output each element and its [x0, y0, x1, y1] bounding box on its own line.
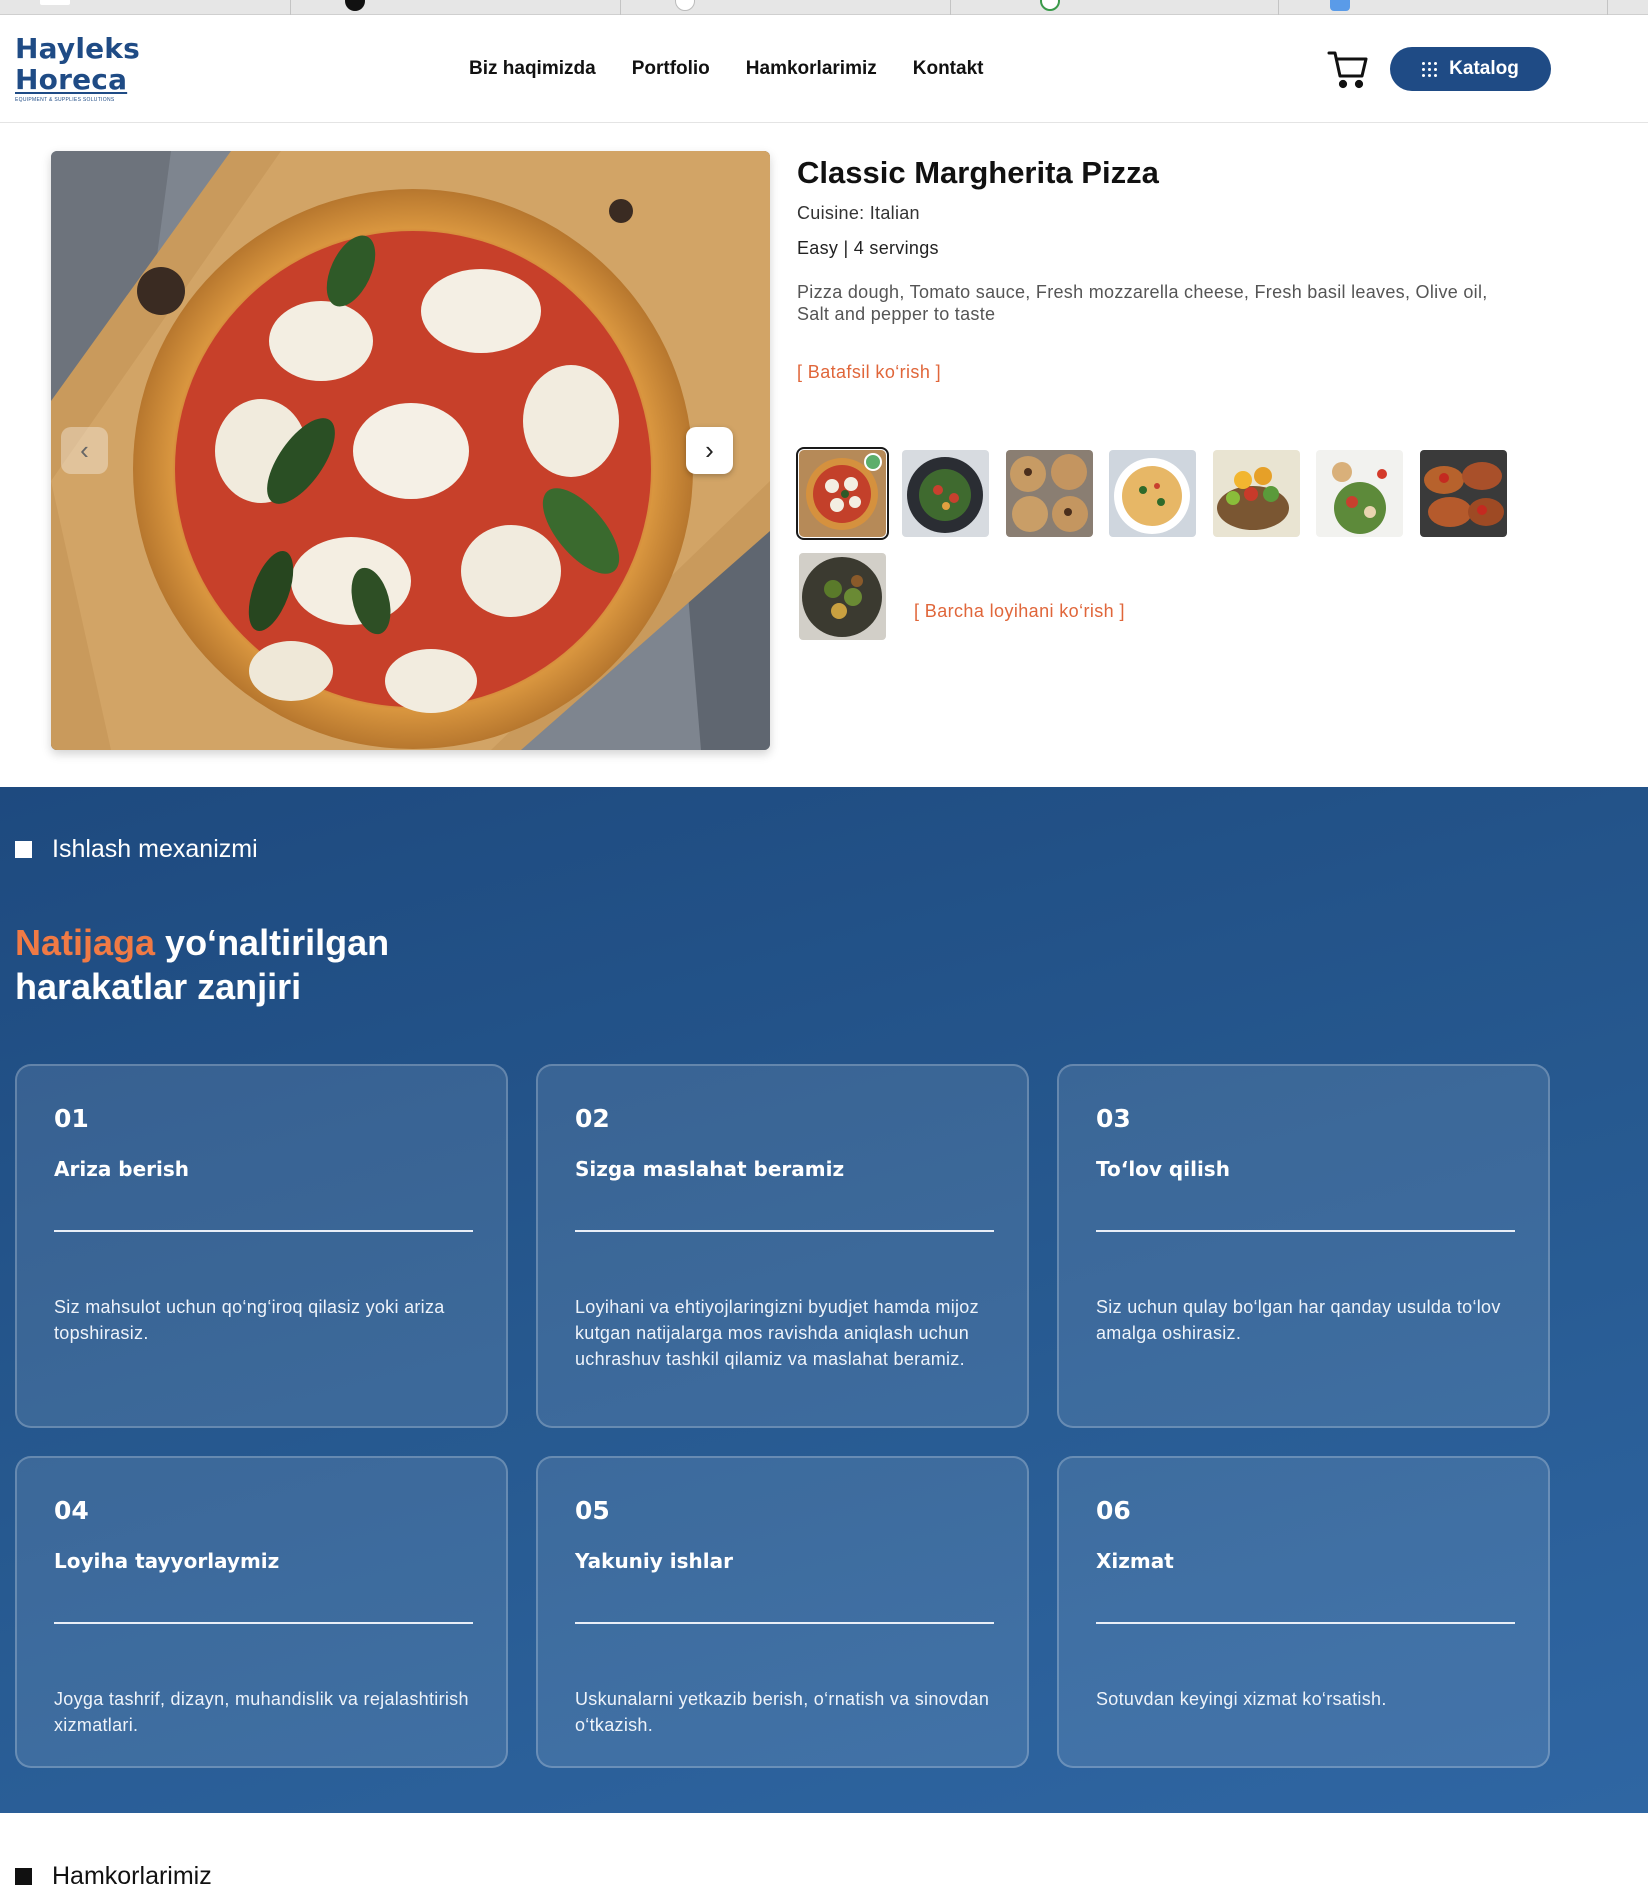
step-title: Xizmat	[1096, 1549, 1174, 1573]
process-heading-line2: harakatlar zanjiri	[15, 966, 302, 1007]
step-title: To‘lov qilish	[1096, 1157, 1230, 1181]
step-card-05: 05 Yakuniy ishlar Uskunalarni yetkazib b…	[536, 1456, 1029, 1768]
recipe-cuisine: Cuisine: Italian	[797, 203, 920, 223]
tab-favicon-icon	[40, 0, 70, 5]
step-description: Sotuvdan keyingi xizmat ko‘rsatish.	[1096, 1689, 1387, 1709]
process-heading: Natijaga yo‘naltirilgan harakatlar zanji…	[15, 921, 389, 1009]
step-divider	[1096, 1230, 1515, 1232]
step-number: 01	[54, 1104, 89, 1133]
square-bullet-icon	[15, 1868, 32, 1885]
step-divider	[1096, 1622, 1515, 1624]
step-number: 03	[1096, 1104, 1131, 1133]
process-section: Ishlash mexanizmi Natijaga yo‘naltirilga…	[0, 787, 1648, 1813]
brand-name-line1: Hayleks	[15, 32, 140, 65]
step-title: Yakuniy ishlar	[575, 1549, 733, 1573]
partners-section-label: Hamkorlarimiz	[15, 1862, 212, 1891]
step-number: 05	[575, 1496, 610, 1525]
nav-item-portfolio[interactable]: Portfolio	[632, 58, 710, 80]
view-all-projects-link[interactable]: [ Barcha loyihani ko‘rish ]	[914, 601, 1125, 622]
step-number: 06	[1096, 1496, 1131, 1525]
step-divider	[54, 1622, 473, 1624]
tab-favicon-icon	[345, 0, 365, 11]
recipe-title: Classic Margherita Pizza	[797, 155, 1159, 190]
step-divider	[54, 1230, 473, 1232]
step-card-06: 06 Xizmat Sotuvdan keyingi xizmat ko‘rsa…	[1057, 1456, 1550, 1768]
step-number: 04	[54, 1496, 89, 1525]
site-header: Hayleks Horeca EQUIPMENT & SUPPLIES SOLU…	[0, 15, 1648, 123]
step-divider	[575, 1230, 994, 1232]
step-description: Siz mahsulot uchun qo‘ng‘iroq qilasiz yo…	[54, 1297, 445, 1343]
tab-divider	[950, 0, 951, 15]
chevron-left-icon[interactable]: ‹	[61, 427, 108, 474]
step-description: Loyihani va ehtiyojlaringizni byudjet ha…	[575, 1297, 979, 1369]
tab-favicon-icon	[675, 0, 695, 11]
thumbnail-pasta[interactable]	[1109, 450, 1196, 537]
selected-check-icon	[864, 453, 882, 471]
detail-link[interactable]: [ Batafsil ko‘rish ]	[797, 362, 941, 383]
process-heading-accent: Natijaga	[15, 922, 156, 963]
recipe-ingredients: Pizza dough, Tomato sauce, Fresh mozzare…	[797, 282, 1488, 324]
thumbnail-mango-salad[interactable]	[1213, 450, 1300, 537]
grid-dots-icon	[1422, 61, 1438, 77]
brand-logo[interactable]: Hayleks Horeca EQUIPMENT & SUPPLIES SOLU…	[15, 33, 145, 103]
step-description: Joyga tashrif, dizayn, muhandislik va re…	[54, 1689, 469, 1735]
nav-item-biz-haqimizda[interactable]: Biz haqimizda	[469, 58, 596, 80]
step-description: Siz uchun qulay bo‘lgan har qanday usuld…	[1096, 1297, 1501, 1343]
nav-item-hamkorlarimiz[interactable]: Hamkorlarimiz	[746, 58, 877, 80]
square-bullet-icon	[15, 841, 32, 858]
step-card-01: 01 Ariza berish Siz mahsulot uchun qo‘ng…	[15, 1064, 508, 1428]
recipe-difficulty-servings: Easy | 4 servings	[797, 238, 939, 258]
step-card-03: 03 To‘lov qilish Siz uchun qulay bo‘lgan…	[1057, 1064, 1550, 1428]
main-nav: Biz haqimizda Portfolio Hamkorlarimiz Ko…	[469, 58, 983, 80]
thumbnail-cookies[interactable]	[1006, 450, 1093, 537]
recipe-main-image	[51, 151, 770, 750]
tab-favicon-icon	[1040, 0, 1060, 11]
thumbnail-salad-bowl[interactable]	[902, 450, 989, 537]
thumbnail-veggie-bowl[interactable]	[1316, 450, 1403, 537]
tab-divider	[1278, 0, 1279, 15]
brand-name-line2: Horeca	[15, 63, 128, 96]
browser-tab-strip	[0, 0, 1648, 15]
step-card-04: 04 Loyiha tayyorlaymiz Joyga tashrif, di…	[15, 1456, 508, 1768]
tab-divider	[1607, 0, 1608, 15]
step-divider	[575, 1622, 994, 1624]
chevron-right-icon[interactable]: ›	[686, 427, 733, 474]
nav-item-kontakt[interactable]: Kontakt	[913, 58, 984, 80]
thumbnail-bruschetta[interactable]	[1420, 450, 1507, 537]
catalog-button[interactable]: Katalog	[1390, 47, 1551, 91]
cart-icon[interactable]	[1326, 47, 1370, 91]
step-title: Ariza berish	[54, 1157, 190, 1181]
step-number: 02	[575, 1104, 610, 1133]
step-description: Uskunalarni yetkazib berish, o‘rnatish v…	[575, 1689, 990, 1735]
tab-divider	[290, 0, 291, 15]
catalog-button-label: Katalog	[1449, 58, 1519, 79]
process-section-label: Ishlash mexanizmi	[15, 835, 258, 864]
tab-favicon-icon	[1330, 0, 1350, 11]
thumbnail-stir-fry[interactable]	[799, 553, 886, 640]
partners-label-text: Hamkorlarimiz	[52, 1862, 212, 1890]
tab-divider	[620, 0, 621, 15]
step-title: Loyiha tayyorlaymiz	[54, 1549, 280, 1573]
step-card-02: 02 Sizga maslahat beramiz Loyihani va eh…	[536, 1064, 1029, 1428]
thumbnail-pizza[interactable]	[796, 447, 889, 540]
process-heading-rest: yo‘naltirilgan	[155, 922, 390, 963]
process-label-text: Ishlash mexanizmi	[52, 835, 258, 863]
brand-tagline: EQUIPMENT & SUPPLIES SOLUTIONS	[15, 97, 115, 103]
step-title: Sizga maslahat beramiz	[575, 1157, 845, 1181]
